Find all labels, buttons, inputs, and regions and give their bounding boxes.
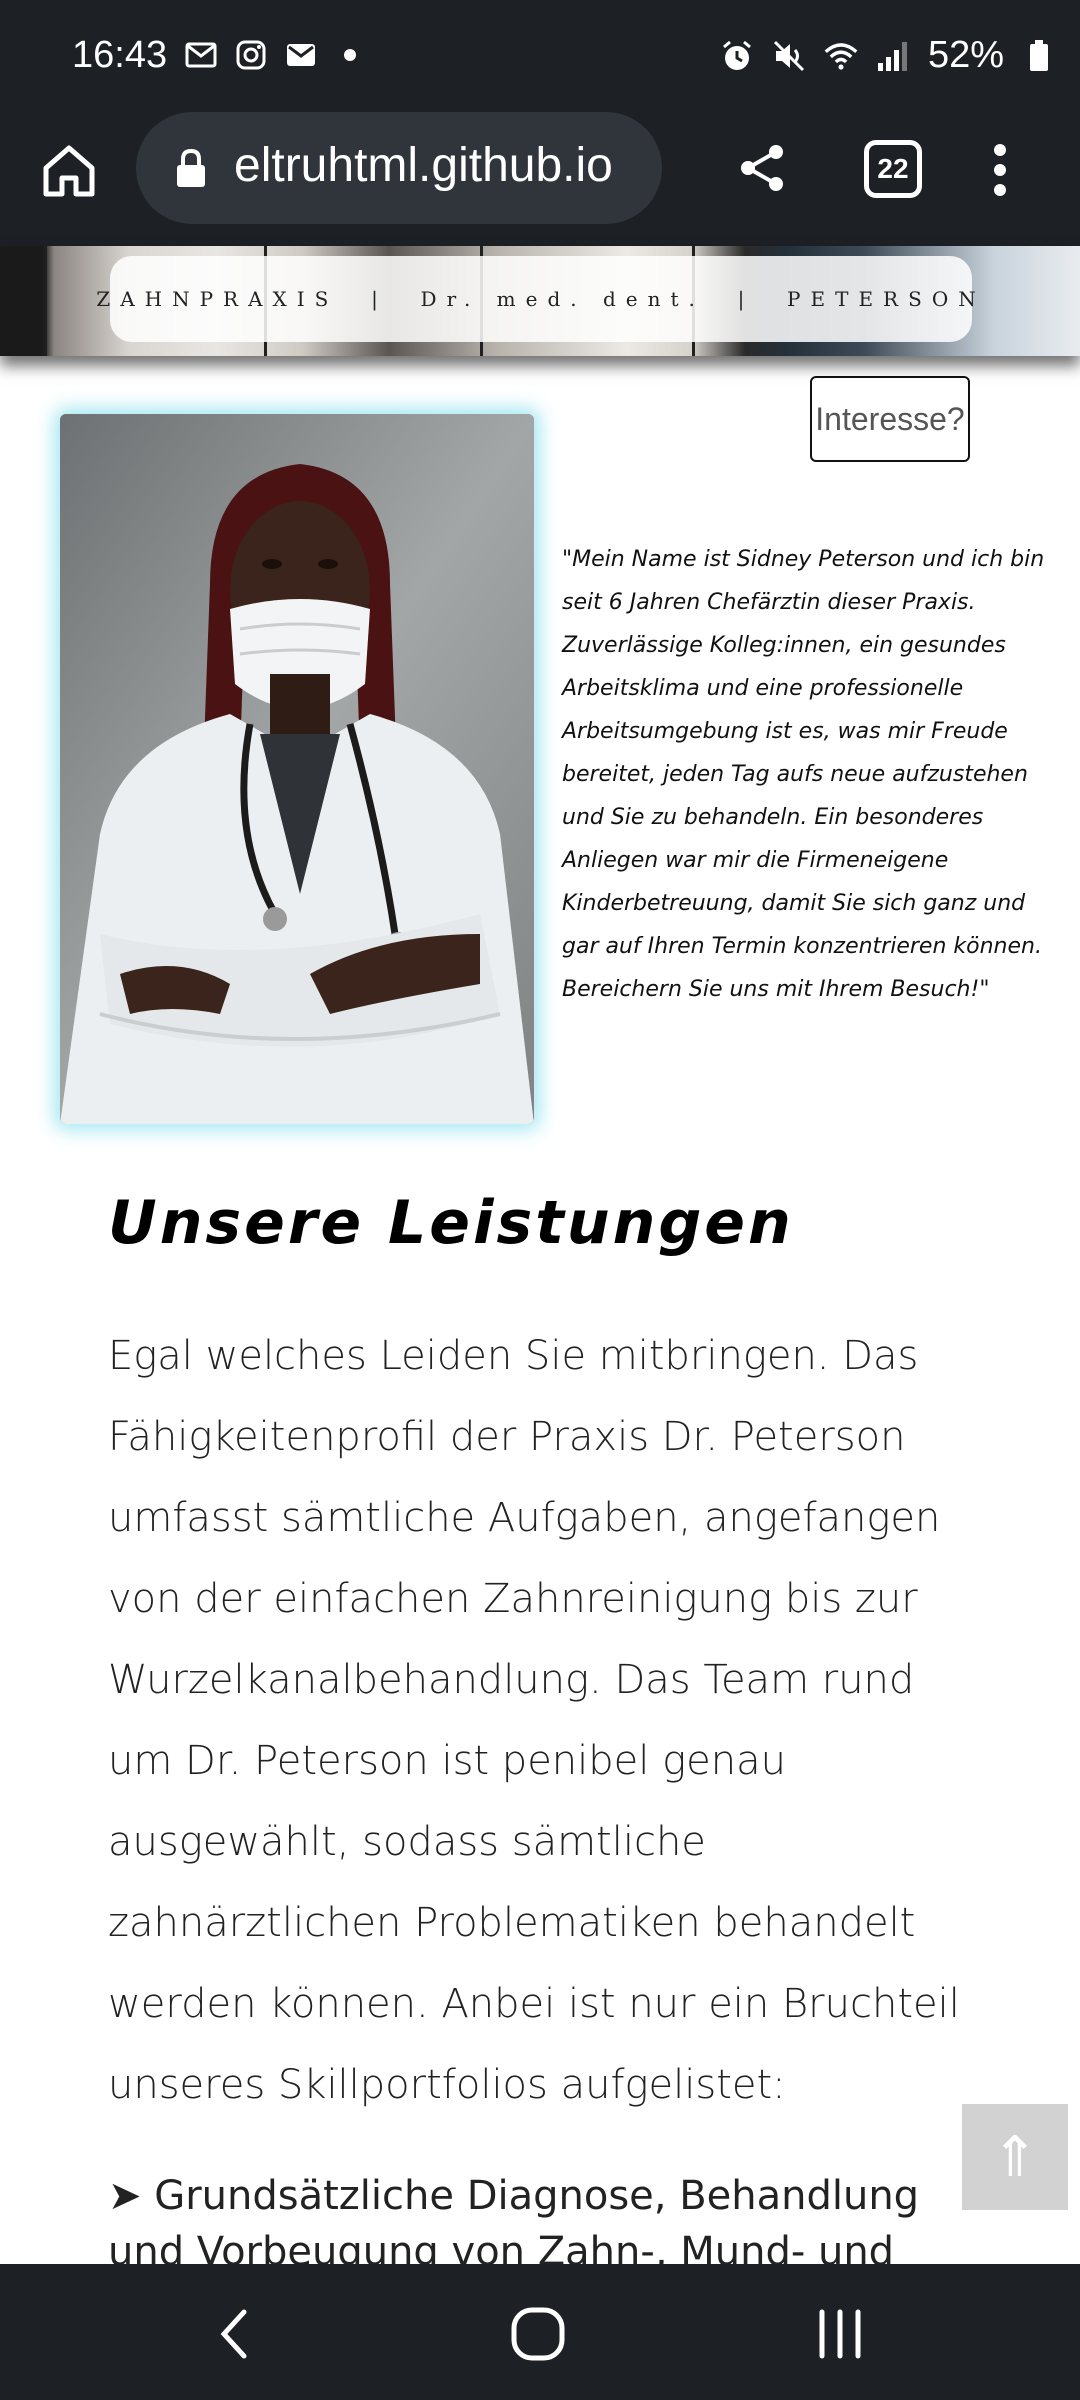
signal-icon xyxy=(876,39,910,73)
clock: 16:43 xyxy=(72,34,168,76)
home-icon[interactable] xyxy=(36,138,102,204)
back-icon[interactable] xyxy=(206,2304,266,2364)
instagram-icon xyxy=(234,38,268,72)
recents-icon[interactable] xyxy=(810,2304,870,2364)
services-description: Egal welches Leiden Sie mitbringen. Das … xyxy=(108,1333,960,2108)
lock-icon xyxy=(174,148,208,188)
navigation-bar xyxy=(0,2264,1080,2400)
status-bar: 16:43 52% xyxy=(0,0,1080,112)
gmail-icon xyxy=(284,38,318,72)
browser-toolbar: eltruhtml.github.io 22 xyxy=(0,112,1080,246)
url-text[interactable]: eltruhtml.github.io xyxy=(234,138,613,193)
services-heading: Unsere Leistungen xyxy=(108,1188,794,1258)
wifi-icon xyxy=(824,39,858,73)
doctor-photo xyxy=(60,414,534,1124)
hero-banner: ZAHNPRAXIS | Dr. med. dent. | PETERSON xyxy=(0,246,1080,356)
home-circle-icon[interactable] xyxy=(508,2304,568,2364)
system-icons: 52% xyxy=(720,34,1056,77)
notification-icons xyxy=(184,38,356,72)
arrow-up-icon: ⇑ xyxy=(991,2124,1039,2190)
banner-divider xyxy=(44,246,47,356)
battery-percent: 52% xyxy=(927,34,1004,76)
more-menu-icon[interactable] xyxy=(992,142,1008,198)
dot-icon xyxy=(344,49,356,61)
scroll-to-top-button[interactable]: ⇑ xyxy=(962,2104,1068,2210)
alarm-icon xyxy=(720,39,754,73)
mail-icon xyxy=(184,38,218,72)
mute-icon xyxy=(772,39,806,73)
tabs-icon[interactable]: 22 xyxy=(864,140,922,198)
battery-icon xyxy=(1022,39,1056,73)
interest-button[interactable]: Interesse? xyxy=(810,376,970,462)
address-bar[interactable]: eltruhtml.github.io xyxy=(136,112,662,224)
share-icon[interactable] xyxy=(736,142,788,194)
practice-title: ZAHNPRAXIS | Dr. med. dent. | PETERSON xyxy=(96,256,976,342)
doctor-quote: "Mein Name ist Sidney Peterson und ich b… xyxy=(562,547,1045,1002)
